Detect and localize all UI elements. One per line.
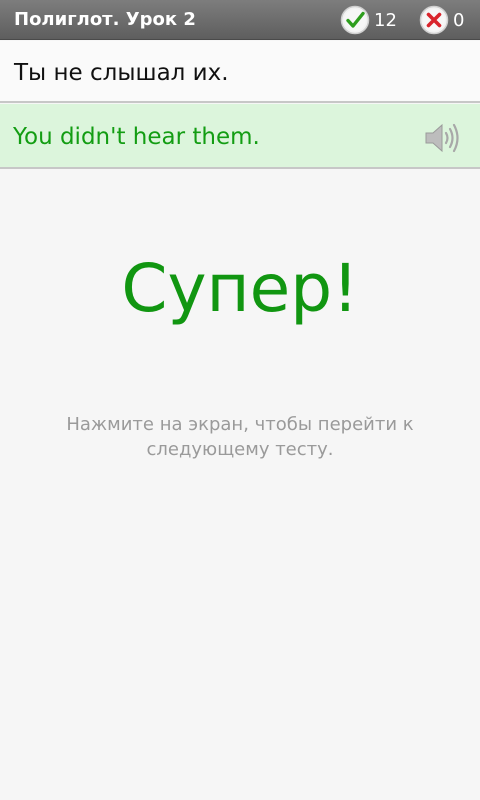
app-title: Полиглот. Урок 2 xyxy=(14,9,196,30)
title-bar: Полиглот. Урок 2 12 0 xyxy=(0,0,480,40)
result-message: Супер! xyxy=(121,250,359,327)
answer-sentence: You didn't hear them. xyxy=(13,124,260,150)
next-test-hint: Нажмите на экран, чтобы перейти к следую… xyxy=(66,414,414,460)
correct-count: 12 xyxy=(374,9,397,31)
answer-sentence-row: You didn't hear them. xyxy=(0,104,480,169)
speaker-icon[interactable] xyxy=(422,118,462,158)
wrong-count: 0 xyxy=(453,9,465,31)
x-circle-icon xyxy=(419,5,449,35)
correct-score: 12 xyxy=(340,5,397,35)
check-circle-icon xyxy=(340,5,370,35)
wrong-score: 0 xyxy=(419,5,464,35)
source-sentence: Ты не слышал их. xyxy=(14,60,229,86)
source-sentence-row: Ты не слышал их. xyxy=(0,41,480,103)
